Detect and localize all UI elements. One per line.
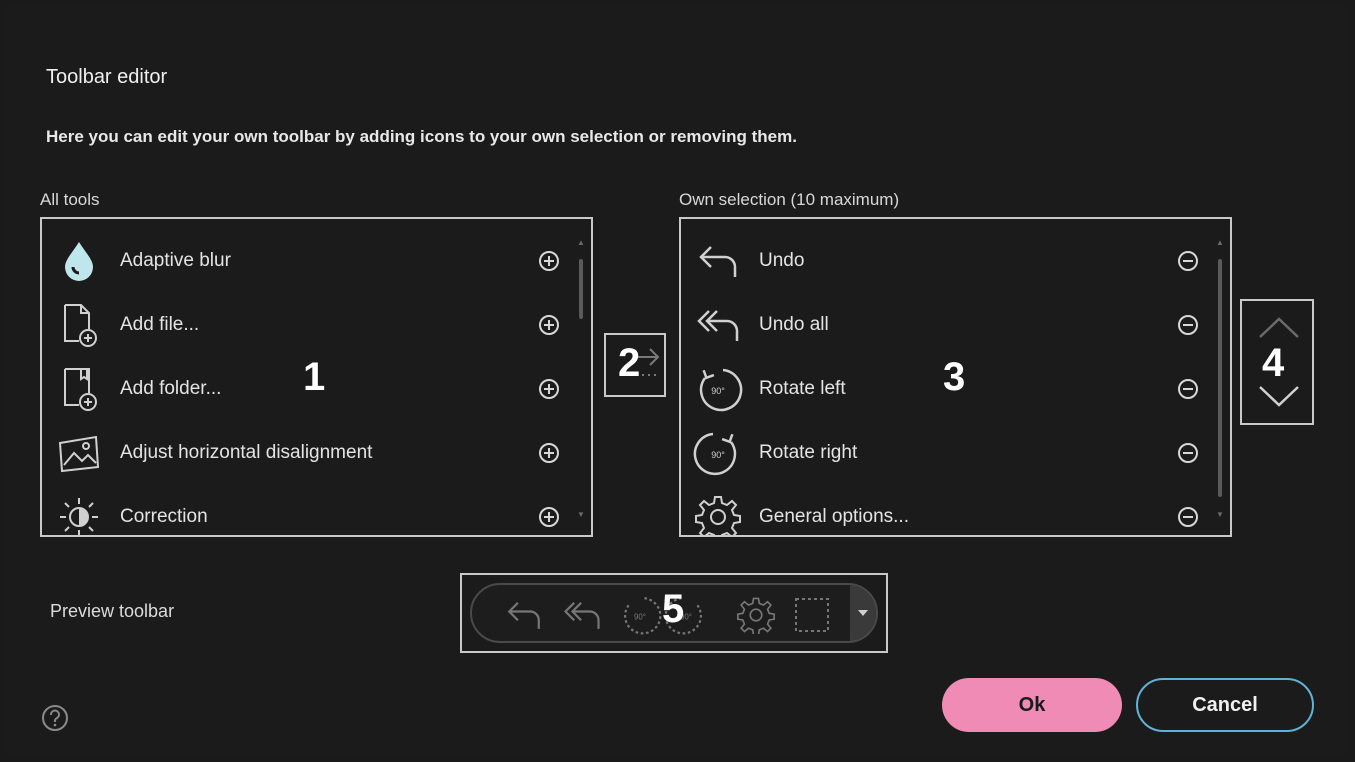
undo-all-icon <box>693 300 743 350</box>
drop-icon <box>54 236 104 286</box>
own-selection-scrollbar[interactable]: ▲ ▼ <box>1216 239 1224 519</box>
preview-toolbar-label: Preview toolbar <box>50 601 175 621</box>
tool-label: Correction <box>120 506 208 527</box>
selection-label: Undo all <box>759 314 829 335</box>
minus-circle-icon[interactable] <box>1176 505 1200 529</box>
gear-icon <box>693 492 743 535</box>
rotate-text: 90° <box>711 386 725 396</box>
plus-circle-icon[interactable] <box>537 313 561 337</box>
chevron-down-icon <box>858 610 868 616</box>
undo-all-icon <box>560 593 604 637</box>
selection-label: General options... <box>759 506 909 527</box>
ok-button[interactable]: Ok <box>942 678 1122 732</box>
preview-toolbar-frame: 90° 90° 5 <box>460 573 888 653</box>
tool-label: Adjust horizontal disalignment <box>120 442 373 463</box>
list-item[interactable]: 90° Rotate right <box>681 421 1221 485</box>
undo-icon <box>502 593 546 637</box>
minus-circle-icon[interactable] <box>1176 441 1200 465</box>
minus-circle-icon[interactable] <box>1176 313 1200 337</box>
plus-circle-icon[interactable] <box>537 249 561 273</box>
list-item[interactable]: Adaptive blur <box>42 229 582 293</box>
reorder-controls: 4 <box>1240 299 1314 425</box>
list-item[interactable]: Add file... <box>42 293 582 357</box>
tool-label: Adaptive blur <box>120 250 231 271</box>
gear-icon <box>734 593 778 637</box>
add-file-icon <box>54 300 104 350</box>
image-align-icon <box>54 428 104 478</box>
scroll-up-icon[interactable]: ▲ <box>1216 239 1224 247</box>
callout-5: 5 <box>662 587 685 631</box>
rotate-text: 90° <box>634 612 646 621</box>
callout-3: 3 <box>943 355 966 399</box>
callout-2: 2 <box>618 341 641 385</box>
selection-label: Rotate right <box>759 442 858 463</box>
all-tools-scrollbar[interactable]: ▲ ▼ <box>577 239 585 519</box>
preview-dropdown-button[interactable] <box>850 585 876 641</box>
scroll-down-icon[interactable]: ▼ <box>577 511 585 519</box>
plus-circle-icon[interactable] <box>537 441 561 465</box>
cancel-button[interactable]: Cancel <box>1136 678 1314 732</box>
rotate-right-icon: 90° <box>693 428 743 478</box>
add-folder-icon <box>54 364 104 414</box>
scroll-thumb[interactable] <box>1218 259 1222 497</box>
rotate-left-icon: 90° <box>693 364 743 414</box>
rotate-left-icon: 90° <box>618 593 662 637</box>
scroll-up-icon[interactable]: ▲ <box>577 239 585 247</box>
list-item[interactable]: Correction <box>42 485 582 535</box>
dialog-description: Here you can edit your own toolbar by ad… <box>46 127 797 146</box>
list-item[interactable]: General options... <box>681 485 1221 535</box>
minus-circle-icon[interactable] <box>1176 249 1200 273</box>
selection-icon <box>790 593 834 637</box>
callout-4: 4 <box>1262 341 1285 385</box>
list-item[interactable]: Undo <box>681 229 1221 293</box>
rotate-text: 90° <box>711 450 725 460</box>
tool-label: Add file... <box>120 314 200 335</box>
list-item[interactable]: Undo all <box>681 293 1221 357</box>
tool-label: Add folder... <box>120 378 222 399</box>
brightness-icon <box>54 492 104 535</box>
plus-circle-icon[interactable] <box>537 505 561 529</box>
minus-circle-icon[interactable] <box>1176 377 1200 401</box>
plus-circle-icon[interactable] <box>537 377 561 401</box>
undo-icon <box>693 236 743 286</box>
list-item[interactable]: Adjust horizontal disalignment <box>42 421 582 485</box>
scroll-down-icon[interactable]: ▼ <box>1216 511 1224 519</box>
all-tools-label: All tools <box>40 190 100 209</box>
scroll-thumb[interactable] <box>579 259 583 319</box>
selection-label: Rotate left <box>759 378 846 399</box>
help-icon[interactable] <box>41 704 69 732</box>
dialog-title: Toolbar editor <box>46 66 168 88</box>
selection-label: Undo <box>759 250 805 271</box>
callout-1: 1 <box>303 355 326 399</box>
add-to-selection-button[interactable]: 2 <box>604 333 666 397</box>
own-selection-label: Own selection (10 maximum) <box>679 190 900 209</box>
